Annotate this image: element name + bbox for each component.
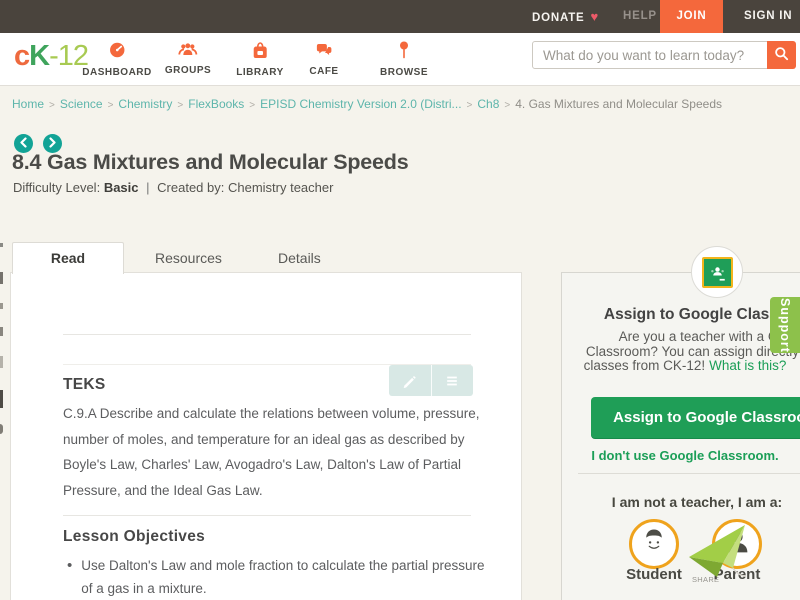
- support-tab[interactable]: Support: [770, 297, 800, 353]
- nav-label-cafe: CAFE: [309, 66, 339, 77]
- content-divider: [63, 334, 471, 335]
- nav-item-library[interactable]: LIBRARY: [236, 41, 284, 78]
- objective-text: Use Dalton's Law and mole fraction to ca…: [81, 558, 485, 596]
- ck12-lesson-page: DONATE ♥ HELP JOIN SIGN IN cK-12 DASHBOAR…: [0, 0, 800, 600]
- classroom-heading: Assign to Google Classroom?: [603, 306, 800, 323]
- breadcrumb: Home > Science > Chemistry > FlexBooks > EPISD C…: [12, 97, 722, 111]
- breadcrumb-separator: >: [504, 100, 511, 111]
- nav-item-groups[interactable]: GROUPS: [165, 41, 211, 76]
- nav-label-library: LIBRARY: [236, 67, 284, 78]
- breadcrumb-current: 4. Gas Mixtures and Molecular Speeds: [515, 97, 722, 111]
- dont-use-classroom-link[interactable]: I don't use Google Classroom.: [532, 448, 800, 463]
- clipped-toolbar-artifact: [0, 356, 3, 368]
- student-face-icon: [635, 523, 673, 566]
- logo-c: c: [14, 40, 30, 72]
- nav-item-cafe[interactable]: CAFE: [309, 41, 338, 77]
- logo-k: K: [29, 40, 50, 72]
- clipped-toolbar-artifact: [0, 424, 3, 434]
- parent-role-button[interactable]: [712, 519, 762, 569]
- google-classroom-icon: [701, 256, 733, 288]
- notes-list-icon[interactable]: [430, 365, 474, 396]
- dashboard-gauge-icon: [108, 41, 126, 64]
- nav-label-dashboard: DASHBOARD: [82, 67, 152, 78]
- nav-item-dashboard[interactable]: DASHBOARD: [82, 41, 152, 78]
- breadcrumb-book[interactable]: EPISD Chemistry Version 2.0 (Distri...: [260, 97, 461, 111]
- clipped-toolbar-artifact: [0, 272, 3, 284]
- breadcrumb-chemistry[interactable]: Chemistry: [118, 97, 172, 111]
- classroom-description-line: Classroom? You can assign directly to yo…: [585, 343, 800, 359]
- student-label[interactable]: Student: [626, 566, 682, 583]
- lesson-meta: Difficulty Level: Basic | Created by: Ch…: [13, 180, 333, 195]
- google-classroom-panel: Assign to Google Classroom? Are you a te…: [561, 246, 800, 600]
- library-backpack-icon: [252, 41, 268, 64]
- parent-label[interactable]: Parent: [714, 566, 761, 583]
- sidebar-divider: [578, 473, 800, 474]
- nav-label-groups: GROUPS: [164, 65, 212, 76]
- classroom-description-line: classes from CK-12! What is this?: [532, 358, 800, 374]
- help-link[interactable]: HELP: [623, 0, 657, 33]
- bullet-icon: •: [67, 557, 73, 574]
- browse-pin-icon: [399, 41, 409, 64]
- created-by: Created by: Chemistry teacher: [157, 180, 334, 195]
- ck12-logo[interactable]: cK-12: [14, 40, 89, 73]
- parent-silhouette-icon: [718, 523, 756, 566]
- clipped-toolbar-artifact: [0, 327, 3, 336]
- google-classroom-badge: [691, 246, 743, 298]
- what-is-this-link[interactable]: What is this?: [709, 358, 786, 373]
- search-input[interactable]: [532, 41, 768, 69]
- lesson-objectives-heading: Lesson Objectives: [63, 528, 206, 545]
- teks-body: C.9.A Describe and calculate the relatio…: [63, 406, 480, 498]
- objective-list-item: • Use Dalton's Law and mole fraction to …: [67, 554, 491, 600]
- page-title: 8.4 Gas Mixtures and Molecular Speeds: [12, 150, 409, 174]
- tab-read[interactable]: Read: [12, 242, 124, 274]
- student-role-button[interactable]: [629, 519, 679, 569]
- teks-heading: TEKS: [63, 376, 106, 393]
- main-navbar: cK-12 DASHBOARD GROUPS LIBRARY CAFE BROW…: [0, 33, 800, 86]
- breadcrumb-home[interactable]: Home: [12, 97, 44, 111]
- support-label: Support: [778, 297, 792, 353]
- breadcrumb-flexbooks[interactable]: FlexBooks: [188, 97, 244, 111]
- role-prompt: I am not a teacher, I am a:: [611, 494, 783, 510]
- nav-item-browse[interactable]: BROWSE: [380, 41, 428, 78]
- clipped-toolbar-artifact: [0, 303, 3, 309]
- sign-in-link[interactable]: SIGN IN: [744, 0, 792, 33]
- difficulty-label: Difficulty Level:: [13, 180, 101, 195]
- search-icon: [774, 46, 789, 64]
- meta-separator: |: [146, 180, 150, 195]
- clipped-toolbar-artifact: [0, 390, 3, 408]
- donate-link[interactable]: DONATE ♥: [532, 0, 599, 33]
- classroom-description-text: classes from CK-12!: [583, 358, 706, 373]
- assign-to-google-classroom-button[interactable]: Assign to Google Classroom: [591, 397, 800, 438]
- breadcrumb-chapter[interactable]: Ch8: [477, 97, 499, 111]
- classroom-description-line: Are you a teacher with a Google: [618, 329, 800, 344]
- difficulty-value: Basic: [103, 180, 139, 195]
- section-tools: [389, 365, 473, 396]
- read-content-panel: TEKS C.9.A Describe and calculate the re…: [10, 272, 522, 600]
- edit-pencil-icon[interactable]: [389, 365, 431, 396]
- breadcrumb-separator: >: [466, 100, 473, 111]
- content-divider: [63, 515, 471, 516]
- breadcrumb-separator: >: [49, 100, 55, 111]
- tab-resources[interactable]: Resources: [155, 250, 222, 266]
- classroom-description: Are you a teacher with a Google Classroo…: [562, 329, 800, 374]
- heart-icon: ♥: [590, 9, 600, 24]
- nav-label-browse: BROWSE: [380, 67, 428, 78]
- breadcrumb-separator: >: [107, 100, 114, 111]
- donate-label: DONATE: [532, 12, 585, 24]
- tab-details[interactable]: Details: [278, 250, 321, 266]
- groups-people-icon: [178, 41, 198, 62]
- join-button[interactable]: JOIN: [660, 0, 723, 33]
- breadcrumb-separator: >: [177, 100, 184, 111]
- search-button[interactable]: [767, 41, 796, 69]
- breadcrumb-separator: >: [249, 100, 256, 111]
- breadcrumb-science[interactable]: Science: [60, 97, 103, 111]
- top-utility-bar: DONATE ♥ HELP JOIN SIGN IN: [0, 0, 800, 33]
- clipped-toolbar-artifact: [0, 243, 3, 247]
- cafe-chat-icon: [314, 41, 333, 63]
